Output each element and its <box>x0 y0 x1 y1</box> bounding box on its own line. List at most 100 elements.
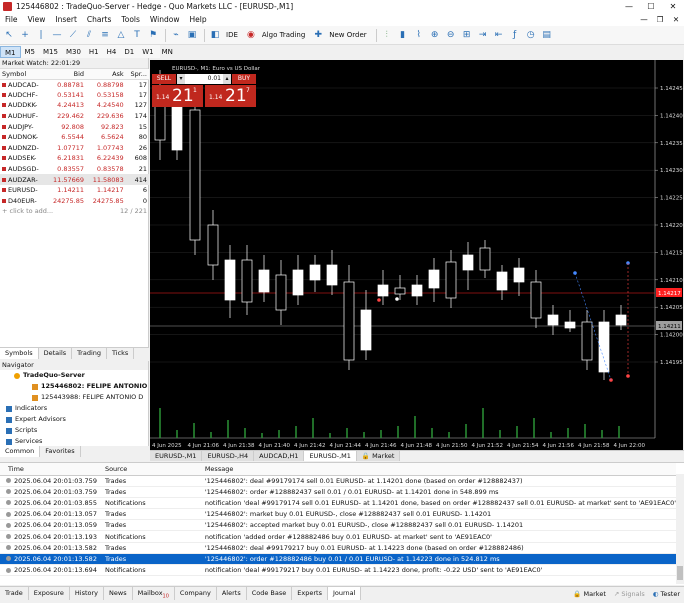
buy-price-button[interactable]: 1.14 21 7 <box>205 85 256 107</box>
col-spread[interactable]: Spr... <box>125 69 149 80</box>
timeframe-mn[interactable]: MN <box>158 46 177 58</box>
market-watch-row[interactable]: AUDCHF- 0.53141 0.53158 17 <box>0 90 149 101</box>
child-close-icon[interactable]: ✕ <box>668 15 684 24</box>
timeframe-m1[interactable]: M1 <box>0 45 21 58</box>
grid-icon[interactable]: ⊞ <box>460 28 474 42</box>
chart-tab-eurusd-m1[interactable]: EURUSD-,M1 <box>150 451 203 461</box>
vertical-line-icon[interactable]: | <box>34 28 48 42</box>
timeframe-m5[interactable]: M5 <box>21 46 40 58</box>
bar-chart-icon[interactable]: ⫶ <box>380 28 394 42</box>
nav-account-2[interactable]: 125443988: FELIPE ANTONIO D <box>0 392 148 403</box>
menu-item-view[interactable]: View <box>23 15 51 24</box>
tab-journal[interactable]: Journal <box>327 587 362 600</box>
tab-news[interactable]: News <box>104 587 133 600</box>
tab-mailbox[interactable]: Mailbox10 <box>133 587 175 600</box>
market-watch-row[interactable]: AUDCAD- 0.88781 0.88798 17 <box>0 79 149 90</box>
minimize-icon[interactable]: — <box>618 2 640 11</box>
col-symbol[interactable]: Symbol <box>0 69 47 80</box>
tab-experts[interactable]: Experts <box>292 587 328 600</box>
tab-history[interactable]: History <box>70 587 105 600</box>
chart-tab-eurusd-m1-active[interactable]: EURUSD-,M1 <box>304 451 357 461</box>
zoom-out-icon[interactable]: ⊖ <box>444 28 458 42</box>
buy-button[interactable]: BUY <box>232 74 256 84</box>
market-watch-row[interactable]: AUDSGD- 0.83557 0.83578 21 <box>0 164 149 175</box>
tab-alerts[interactable]: Alerts <box>217 587 247 600</box>
template-icon[interactable]: ▣ <box>185 28 199 42</box>
nav-account-1[interactable]: 125446802: FELIPE ANTONIO <box>0 381 148 392</box>
status-tester[interactable]: ◐ Tester <box>653 590 680 598</box>
volume-up-icon[interactable]: ▴ <box>223 74 231 84</box>
tab-trading[interactable]: Trading <box>72 348 108 359</box>
sell-price-button[interactable]: 1.14 21 1 <box>152 85 203 107</box>
sell-button[interactable]: SELL <box>152 74 176 84</box>
journal-scrollbar[interactable] <box>676 474 684 584</box>
chart-tab-market[interactable]: 🔒 Market <box>356 451 401 461</box>
tab-symbols[interactable]: Symbols <box>0 348 39 359</box>
ide-button[interactable]: ◧ IDE <box>208 28 238 42</box>
status-market[interactable]: 🔒 Market <box>573 590 606 598</box>
status-signals[interactable]: ↗ Signals <box>614 590 645 598</box>
shapes-icon[interactable]: △ <box>114 28 128 42</box>
arrows-tool-icon[interactable]: ⚑ <box>146 28 160 42</box>
journal-row[interactable]: 2025.06.04 20:01:13.694 Notifications noti… <box>0 564 676 577</box>
col-message[interactable]: Message <box>196 463 676 476</box>
indicators-icon[interactable]: ƒ <box>508 28 522 42</box>
menu-item-charts[interactable]: Charts <box>82 15 117 24</box>
maximize-icon[interactable]: ☐ <box>640 2 662 11</box>
close-icon[interactable]: ✕ <box>662 2 684 11</box>
tab-exposure[interactable]: Exposure <box>29 587 70 600</box>
add-symbol-row[interactable]: + click to add... 12 / 221 <box>0 206 149 217</box>
menu-item-insert[interactable]: Insert <box>50 15 82 24</box>
child-minimize-icon[interactable]: — <box>636 15 652 24</box>
new-order-button[interactable]: ✚ New Order <box>311 28 366 42</box>
nav-scripts[interactable]: Scripts <box>0 425 148 436</box>
crosshair-icon[interactable]: + <box>18 28 32 42</box>
menu-item-help[interactable]: Help <box>184 15 211 24</box>
periods-icon[interactable]: ◷ <box>524 28 538 42</box>
journal-row[interactable]: 2025.06.04 20:01:13.059 Trades '125446802'… <box>0 519 676 532</box>
chart-type-icon[interactable]: ⌁ <box>169 28 183 42</box>
nav-expert-advisors[interactable]: Expert Advisors <box>0 414 148 425</box>
menu-item-tools[interactable]: Tools <box>116 15 144 24</box>
col-source[interactable]: Source <box>96 463 197 476</box>
tab-ticks[interactable]: Ticks <box>107 348 135 359</box>
line-chart-icon[interactable]: ⌇ <box>412 28 426 42</box>
journal-row[interactable]: 2025.06.04 20:01:13.582 Trades '125446802'… <box>0 542 676 554</box>
journal-row[interactable]: 2025.06.04 20:01:13.057 Trades '125446802'… <box>0 508 676 521</box>
timeframe-h4[interactable]: H4 <box>103 46 121 58</box>
autoscroll-icon[interactable]: ⇥ <box>476 28 490 42</box>
tab-favorites[interactable]: Favorites <box>40 446 81 457</box>
volume-input[interactable]: 0.01 <box>185 74 223 84</box>
col-ask[interactable]: Ask <box>86 69 126 80</box>
algo-trading-button[interactable]: ◉ Algo Trading <box>244 28 305 42</box>
chart-tab-eurusd-h4[interactable]: EURUSD-,H4 <box>202 451 255 461</box>
chart-shift-icon[interactable]: ⇤ <box>492 28 506 42</box>
col-time[interactable]: Time <box>0 463 97 476</box>
journal-row[interactable]: 2025.06.04 20:01:13.193 Notifications noti… <box>0 530 676 543</box>
cursor-icon[interactable]: ↖ <box>2 28 16 42</box>
templates-icon[interactable]: ▤ <box>540 28 554 42</box>
menu-item-file[interactable]: File <box>0 15 23 24</box>
tab-trade[interactable]: Trade <box>0 587 29 600</box>
nav-server[interactable]: TradeQuo-Server <box>0 370 148 381</box>
market-watch-row[interactable]: EURUSD- 1.14211 1.14217 6 <box>0 185 149 196</box>
tab-code-base[interactable]: Code Base <box>247 587 293 600</box>
market-watch-row[interactable]: AUDNZD- 1.07717 1.07743 26 <box>0 143 149 154</box>
channel-icon[interactable]: ⫽ <box>82 28 96 42</box>
nav-indicators[interactable]: Indicators <box>0 403 148 414</box>
horizontal-line-icon[interactable]: — <box>50 28 64 42</box>
price-chart[interactable]: 1.14245 1.14240 1.14235 1.14230 1.14225 1.142… <box>150 60 683 450</box>
child-restore-icon[interactable]: ❐ <box>652 15 668 24</box>
market-watch-row[interactable]: AUDNOK- 6.5544 6.5624 80 <box>0 132 149 143</box>
tab-company[interactable]: Company <box>175 587 217 600</box>
trendline-icon[interactable]: ⟋ <box>66 28 80 42</box>
market-watch-row[interactable]: AUDHUF- 229.462 229.636 174 <box>0 111 149 122</box>
volume-down-icon[interactable]: ▾ <box>177 74 185 84</box>
journal-row[interactable]: 2025.06.04 20:01:13.582 Trades '125446802'… <box>0 553 676 566</box>
journal-row[interactable]: 2025.06.04 20:01:03.759 Trades '125446802'… <box>0 486 676 498</box>
market-watch-row[interactable]: AUDSEK- 6.21831 6.22439 608 <box>0 153 149 164</box>
timeframe-m15[interactable]: M15 <box>39 46 62 58</box>
journal-row[interactable]: 2025.06.04 20:01:03.855 Notifications noti… <box>0 497 676 510</box>
tab-common[interactable]: Common <box>0 446 41 457</box>
market-watch-row[interactable]: AUDZAR- 11.57669 11.58083 414 <box>0 174 149 185</box>
